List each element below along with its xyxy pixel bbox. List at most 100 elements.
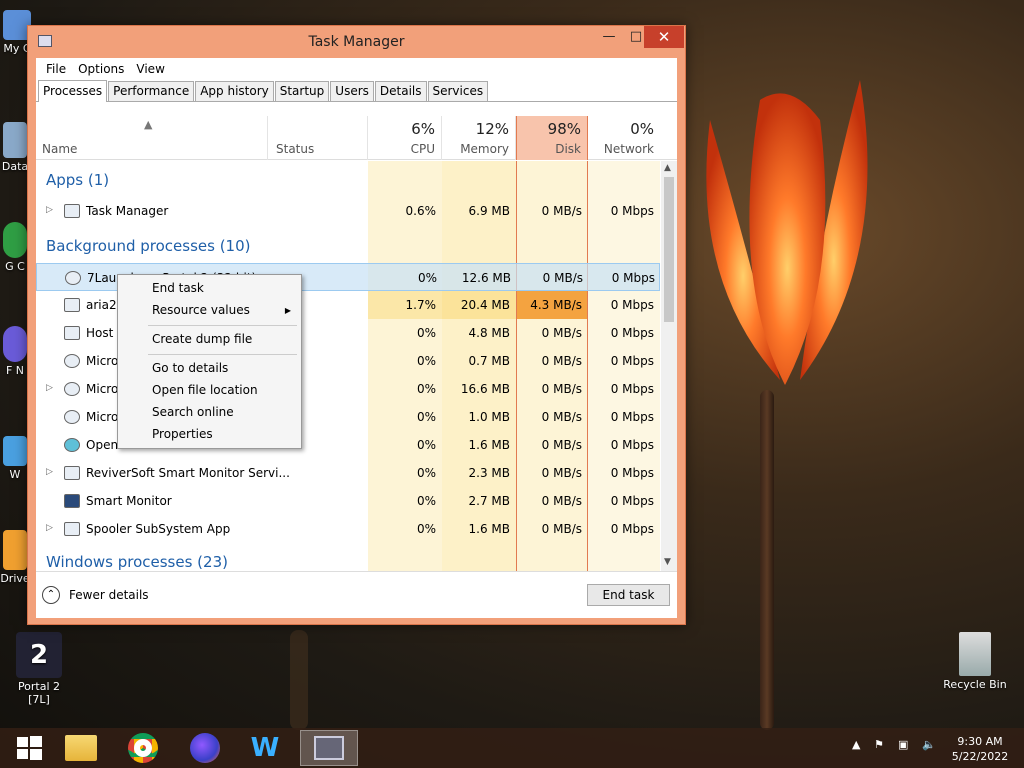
show-hidden-icons-icon[interactable]: ▲ [852, 738, 860, 751]
tab-users[interactable]: Users [330, 81, 374, 101]
menu-file[interactable]: File [40, 62, 72, 76]
disk-value: 0 MB/s [541, 438, 582, 452]
menu-item-resource-values[interactable]: Resource values [152, 303, 250, 317]
action-center-flag-icon[interactable]: ⚑ [874, 738, 884, 751]
scroll-thumb[interactable] [664, 177, 674, 322]
expand-icon[interactable]: ▷ [46, 467, 53, 477]
desktop-icon-drive[interactable]: Drive [0, 530, 30, 585]
tulip-wallpaper [706, 80, 868, 385]
column-status[interactable]: Status [268, 116, 368, 160]
memory-value: 16.6 MB [460, 382, 510, 396]
volume-muted-icon[interactable]: 🔈 [922, 738, 936, 751]
network-value: 0 Mbps [610, 494, 654, 508]
column-network[interactable]: 0% Network [588, 116, 660, 160]
menu-separator [148, 325, 297, 326]
menu-item-end-task[interactable]: End task [152, 281, 204, 295]
menu-options[interactable]: Options [72, 62, 130, 76]
context-menu: End task Resource values ▶ Create dump f… [117, 274, 302, 449]
taskbar-file-explorer[interactable] [52, 730, 110, 766]
tab-performance[interactable]: Performance [108, 81, 195, 101]
menu-item-open-file-location[interactable]: Open file location [152, 383, 258, 397]
column-memory[interactable]: 12% Memory [442, 116, 516, 160]
taskbar-task-manager[interactable] [300, 730, 358, 766]
disk-value: 0 MB/s [541, 466, 582, 480]
memory-value: 20.4 MB [460, 298, 510, 312]
table-row[interactable]: ▷ Task Manager 0.6% 6.9 MB 0 MB/s 0 Mbps [36, 197, 660, 225]
cpu-value: 0% [417, 271, 437, 285]
tab-strip: Processes Performance App history Startu… [36, 80, 677, 102]
process-name: Task Manager [86, 204, 169, 218]
memory-value: 4.8 MB [468, 326, 510, 340]
fewer-details-link[interactable]: Fewer details [69, 588, 149, 602]
column-name[interactable]: ▲ Name [36, 116, 268, 160]
taskbar-app-w[interactable]: W [236, 730, 294, 766]
disk-total: 98% [547, 120, 581, 138]
desktop-icon-label: F N [5, 364, 25, 377]
end-task-button[interactable]: End task [587, 584, 670, 606]
group-apps: Apps (1) [46, 171, 110, 189]
process-name: Micro [86, 410, 119, 424]
expand-icon[interactable]: ▷ [46, 383, 53, 393]
cpu-value: 0% [416, 354, 436, 368]
close-button[interactable]: ✕ [644, 26, 684, 48]
tab-details[interactable]: Details [374, 81, 427, 101]
desktop-icon-data[interactable]: Data [0, 122, 30, 173]
smart-monitor-icon [64, 494, 80, 508]
table-row[interactable]: ▷ ReviverSoft Smart Monitor Servi... 0% … [36, 459, 660, 487]
clock-date: 5/22/2022 [951, 750, 1009, 763]
task-manager-icon [64, 204, 80, 218]
desktop-icon-portal2[interactable]: 2 Portal 2 [7L] [6, 632, 72, 706]
launcher-icon [65, 271, 81, 285]
menu-item-properties[interactable]: Properties [152, 427, 213, 441]
desktop-icon-firefox[interactable]: F N [0, 326, 30, 377]
menu-item-search-online[interactable]: Search online [152, 405, 234, 419]
column-disk[interactable]: 98% Disk [516, 116, 588, 160]
column-headers: ▲ Name Status 6% CPU 12% Memory 98% Disk… [36, 116, 677, 160]
portal2-icon: 2 [16, 632, 62, 678]
desktop-icon-w[interactable]: W [0, 436, 30, 481]
menu-item-create-dump-file[interactable]: Create dump file [152, 332, 252, 346]
network-value: 0 Mbps [610, 438, 654, 452]
desktop-icon-chrome[interactable]: G C [0, 222, 30, 273]
cpu-value: 0.6% [405, 204, 437, 218]
scroll-up-icon[interactable]: ▲ [664, 163, 671, 173]
expand-icon[interactable]: ▷ [46, 205, 53, 215]
scroll-down-icon[interactable]: ▼ [664, 557, 671, 567]
column-cpu[interactable]: 6% CPU [368, 116, 442, 160]
recycle-bin-icon [959, 632, 991, 676]
cpu-value: 1.7% [405, 298, 437, 312]
minimize-button[interactable]: — [595, 26, 623, 48]
disk-value: 0 MB/s [541, 522, 582, 536]
start-button[interactable] [0, 730, 58, 766]
desktop-icon-recycle-bin[interactable]: Recycle Bin [942, 632, 1008, 691]
app-icon [64, 466, 80, 480]
vertical-scrollbar[interactable]: ▲ ▼ [661, 161, 677, 571]
shortcut-icon [3, 122, 27, 158]
title-bar[interactable]: Task Manager — □ ✕ [28, 26, 685, 58]
menu-item-go-to-details[interactable]: Go to details [152, 361, 228, 375]
app-icon [64, 298, 80, 312]
tab-processes[interactable]: Processes [38, 80, 108, 102]
network-icon[interactable]: ▣ [898, 738, 908, 751]
network-value: 0 Mbps [610, 466, 654, 480]
printer-icon [64, 522, 80, 536]
tab-services[interactable]: Services [427, 81, 489, 101]
process-name: Micro [86, 354, 119, 368]
shell-icon [64, 438, 80, 452]
column-label: Disk [555, 142, 581, 156]
table-row[interactable]: ▷ Spooler SubSystem App 0% 1.6 MB 0 MB/s… [36, 515, 660, 543]
menu-view[interactable]: View [130, 62, 170, 76]
column-label: Memory [460, 142, 509, 156]
desktop-icon-label: W [9, 468, 21, 481]
column-label: Name [42, 142, 78, 156]
taskbar-firefox[interactable] [176, 730, 234, 766]
chevron-up-icon[interactable]: ⌃ [42, 586, 60, 604]
taskbar-chrome[interactable] [114, 730, 172, 766]
network-value: 0 Mbps [610, 410, 654, 424]
table-row[interactable]: Smart Monitor 0% 2.7 MB 0 MB/s 0 Mbps [36, 487, 660, 515]
tab-startup[interactable]: Startup [274, 81, 330, 101]
firefox-icon [190, 733, 220, 763]
expand-icon[interactable]: ▷ [46, 523, 53, 533]
tab-app-history[interactable]: App history [195, 81, 274, 101]
system-clock[interactable]: 9:30 AM 5/22/2022 [940, 734, 1020, 764]
